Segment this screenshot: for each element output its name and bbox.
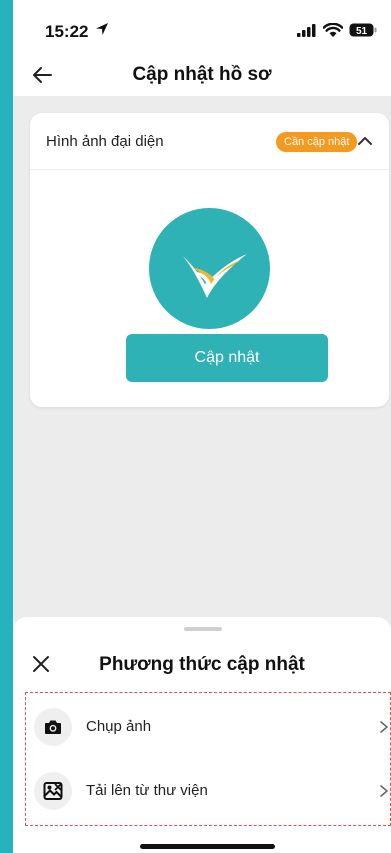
status-badge: Cần cập nhật: [276, 132, 358, 152]
avatar-card: Hình ảnh đại diện Cần cập nhật Cập nhật: [30, 113, 389, 407]
phone-screen: 15:22 51 Cập nhật hồ sơ Hình ảnh đại diệ…: [13, 0, 391, 853]
option-icon-bg: [34, 708, 72, 746]
page-title: Cập nhật hồ sơ: [132, 64, 272, 85]
camera-icon: [45, 720, 61, 734]
option-take-photo-label: Chụp ảnh: [86, 718, 152, 735]
gallery-icon: [43, 782, 63, 800]
avatar: [149, 208, 270, 329]
app-header: Cập nhật hồ sơ: [13, 58, 391, 96]
location-arrow-icon: [94, 21, 110, 42]
battery-icon: 51: [349, 23, 377, 42]
battery-level: 51: [356, 26, 368, 37]
chevron-right-icon: [379, 720, 389, 739]
bird-logo-icon: [183, 254, 247, 298]
bottom-sheet: Phương thức cập nhật Chụp ảnh Tải lên từ…: [13, 617, 391, 853]
avatar-card-header[interactable]: Hình ảnh đại diện Cần cập nhật: [30, 113, 389, 170]
signal-icon: [297, 24, 317, 42]
status-bar: 15:22 51: [13, 0, 391, 58]
option-upload-library-label: Tải lên từ thư viện: [86, 782, 208, 799]
option-icon-bg: [34, 772, 72, 810]
sheet-drag-handle[interactable]: [184, 627, 222, 631]
option-take-photo[interactable]: Chụp ảnh: [26, 697, 391, 759]
wifi-icon: [322, 22, 344, 43]
update-avatar-button[interactable]: Cập nhật: [126, 334, 328, 382]
sheet-title: Phương thức cập nhật: [99, 654, 305, 675]
chevron-up-icon[interactable]: [357, 134, 373, 152]
status-time: 15:22: [45, 22, 89, 41]
option-upload-library[interactable]: Tải lên từ thư viện: [26, 761, 391, 823]
home-indicator[interactable]: [140, 844, 275, 849]
chevron-right-icon: [379, 784, 389, 803]
avatar-card-title: Hình ảnh đại diện: [46, 133, 164, 150]
update-method-options: Chụp ảnh Tải lên từ thư viện: [25, 692, 391, 826]
